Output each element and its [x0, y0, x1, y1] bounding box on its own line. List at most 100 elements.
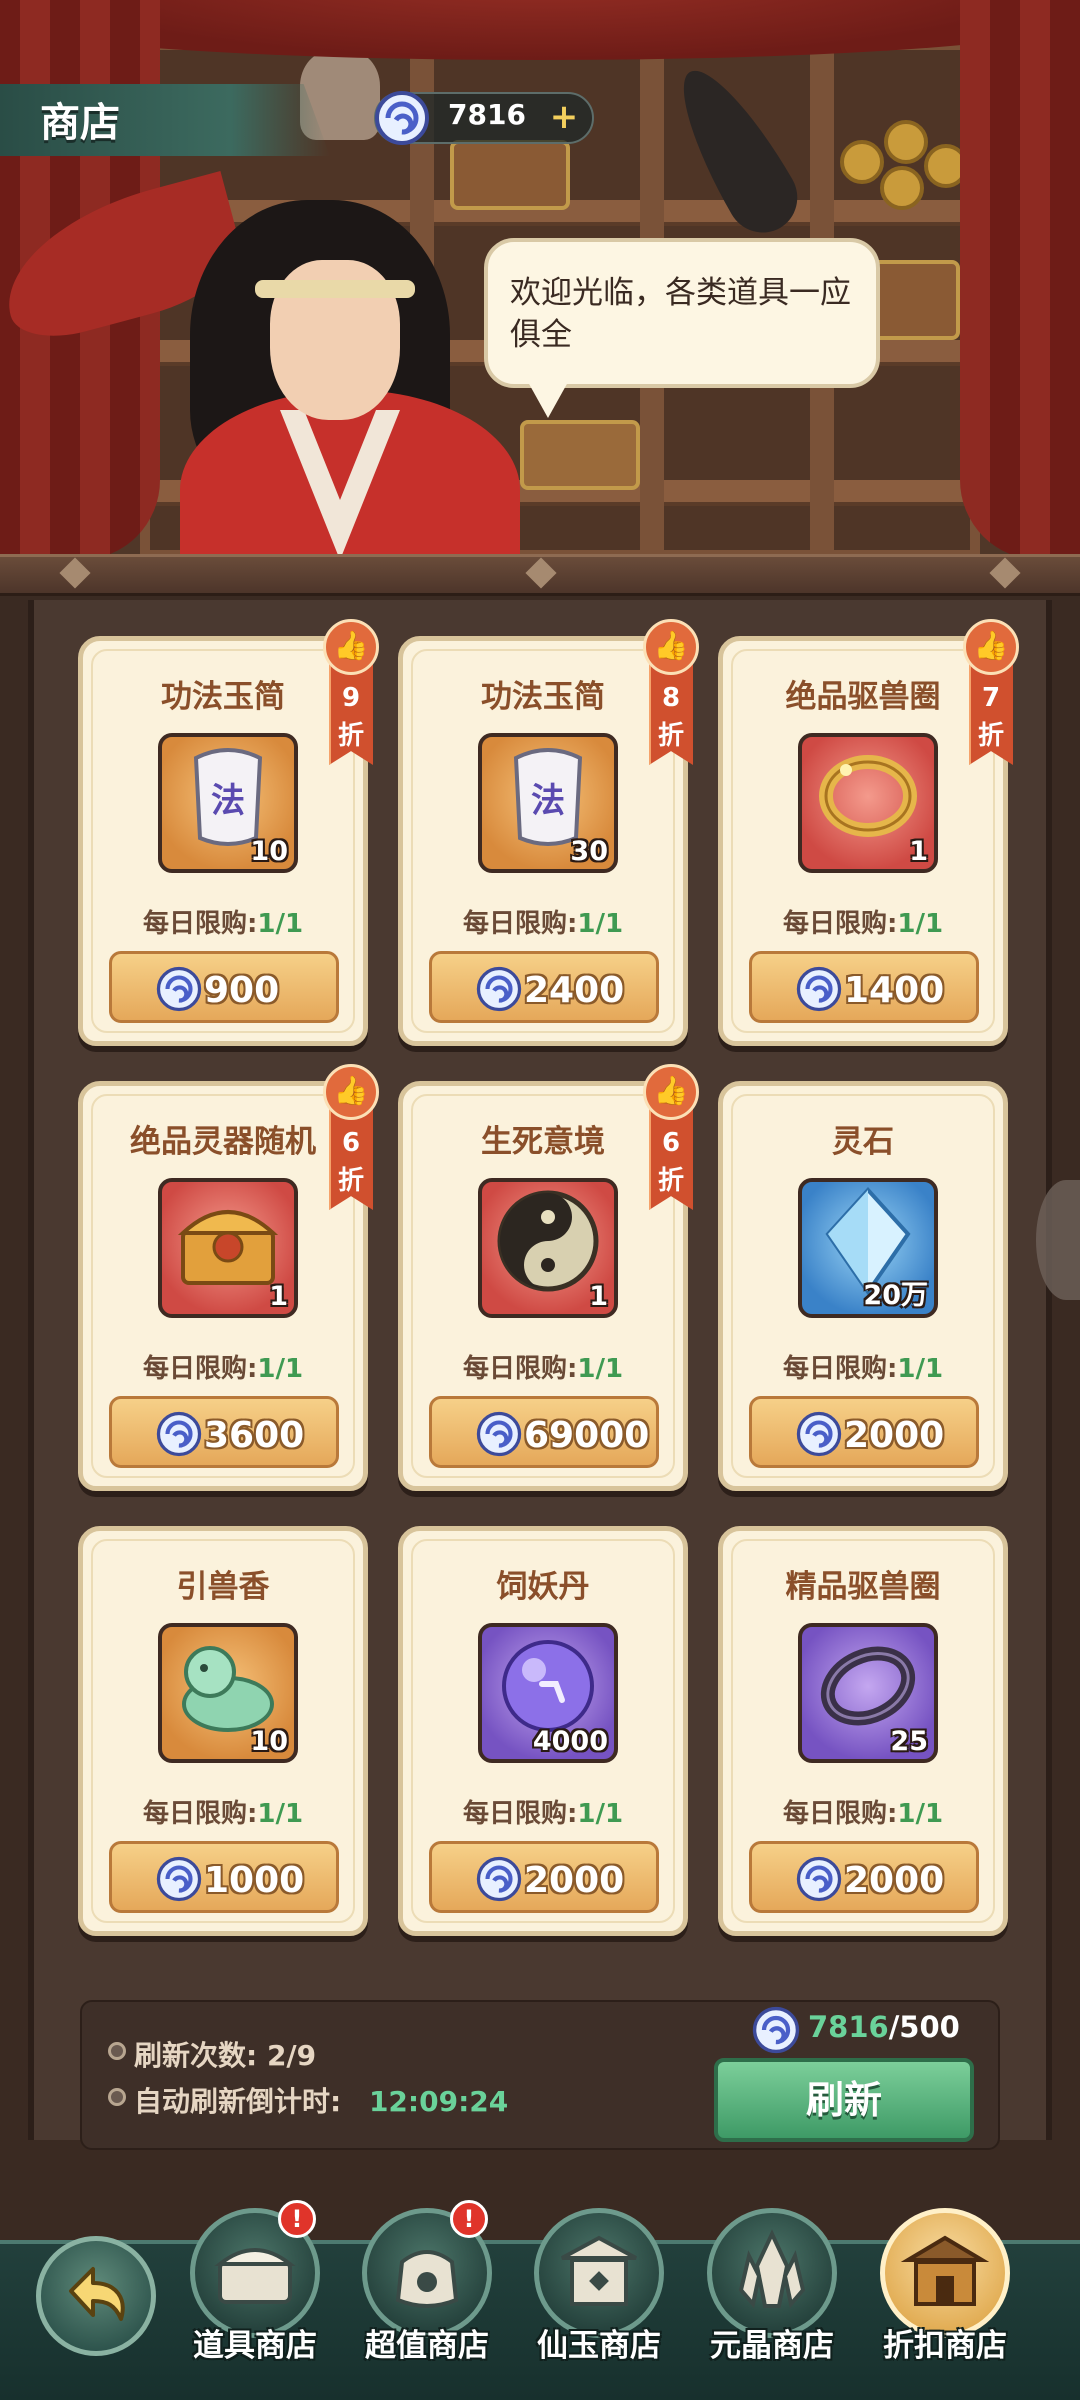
thumbs-up-icon: 👍 — [963, 619, 1019, 675]
purchase-limit: 每日限购:1/1 — [83, 1348, 363, 1385]
refresh-count-label: 刷新次数: — [134, 2039, 258, 2072]
thumbs-up-icon: 👍 — [643, 619, 699, 675]
shop-item-card[interactable]: 绝品灵器随机 1 每日限购:1/1 3600 👍 6 折 — [78, 1064, 379, 1491]
back-arrow-icon — [69, 2267, 125, 2321]
item-icon-frame[interactable]: 25 — [798, 1623, 938, 1763]
buy-button[interactable]: 2000 — [429, 1841, 659, 1913]
thumbs-up-icon: 👍 — [643, 1064, 699, 1120]
buy-button[interactable]: 2000 — [749, 1396, 979, 1468]
nav-tab[interactable]: 道具商店! — [180, 2200, 330, 2400]
item-quantity: 1 — [589, 1281, 608, 1312]
notification-badge: ! — [278, 2200, 316, 2238]
item-price: 900 — [204, 970, 280, 1011]
discount-suffix: 折 — [657, 721, 684, 751]
buy-button[interactable]: 2400 — [429, 951, 659, 1023]
buy-button[interactable]: 1000 — [109, 1841, 339, 1913]
refresh-button[interactable]: 刷新 — [714, 2058, 974, 2142]
shop-item-card[interactable]: 引兽香 10 每日限购:1/1 1000 — [78, 1526, 368, 1936]
buy-button[interactable]: 900 — [109, 951, 339, 1023]
shop-item-card[interactable]: 灵石 20万每日限购:1/1 2000 — [718, 1081, 1008, 1491]
discount-badge: 👍 7 折 — [963, 619, 1019, 769]
shop-item-card[interactable]: 功法玉简法 10 每日限购:1/1 900 👍 9 折 — [78, 619, 379, 1046]
discount-badge: 👍 6 折 — [323, 1064, 379, 1214]
buy-button[interactable]: 69000 — [429, 1396, 659, 1468]
notification-badge: ! — [450, 2200, 488, 2238]
nav-tab[interactable]: 超值商店! — [352, 2200, 502, 2400]
purchase-limit-label: 每日限购: — [782, 1799, 898, 1829]
purchase-limit-label: 每日限购: — [462, 1354, 578, 1384]
nav-tab-label: 超值商店 — [365, 2328, 489, 2364]
refresh-cost-required: /500 — [888, 2010, 960, 2044]
purchase-limit: 每日限购:1/1 — [83, 903, 363, 940]
item-price: 2000 — [844, 1860, 945, 1901]
purchase-limit-value: 1/1 — [897, 1354, 944, 1384]
item-price: 3600 — [204, 1415, 305, 1456]
item-name: 精品驱兽圈 — [785, 1569, 941, 1605]
purchase-limit: 每日限购:1/1 — [723, 903, 1003, 940]
shop-item-card[interactable]: 生死意境 1 每日限购:1/1 69000 👍 6 折 — [398, 1064, 699, 1491]
buy-button[interactable]: 1400 — [749, 951, 979, 1023]
item-quantity: 30 — [570, 836, 608, 867]
refresh-cost: 7816/500 — [808, 2010, 960, 2044]
discount-badge: 👍 8 折 — [643, 619, 699, 769]
discount-value: 8 — [661, 683, 681, 713]
item-name: 绝品灵器随机 — [130, 1124, 316, 1160]
item-icon-frame[interactable]: 10 — [158, 1623, 298, 1763]
item-icon-frame[interactable]: 1 — [798, 733, 938, 873]
purchase-limit-label: 每日限购: — [782, 1354, 898, 1384]
shopkeeper-character — [0, 170, 560, 560]
bullet-icon — [108, 2042, 126, 2060]
item-quantity: 25 — [890, 1726, 928, 1757]
add-currency-button[interactable]: + — [548, 100, 580, 134]
discount-value: 9 — [341, 683, 361, 713]
svg-text:法: 法 — [531, 781, 565, 821]
item-icon-frame[interactable]: 20万 — [798, 1178, 938, 1318]
character-headband — [255, 280, 415, 298]
item-icon-frame[interactable]: 1 — [158, 1178, 298, 1318]
refresh-cost-current: 7816 — [808, 2010, 889, 2044]
jade-currency-icon — [156, 1411, 202, 1461]
thumbs-up-icon: 👍 — [323, 1064, 379, 1120]
jade-currency-icon — [476, 1411, 522, 1461]
bullet-icon — [108, 2088, 126, 2106]
purchase-limit-label: 每日限购: — [142, 1354, 258, 1384]
purchase-limit-label: 每日限购: — [462, 909, 578, 939]
item-price: 69000 — [524, 1415, 650, 1456]
yin-yang-orb-icon — [492, 1185, 604, 1301]
item-quantity: 1 — [269, 1281, 288, 1312]
item-price: 2000 — [524, 1860, 625, 1901]
item-icon-frame[interactable]: 4000 — [478, 1623, 618, 1763]
discount-suffix: 折 — [977, 721, 1004, 751]
item-icon-frame[interactable]: 1 — [478, 1178, 618, 1318]
shop-item-card[interactable]: 绝品驱兽圈 1 每日限购:1/1 1400 👍 7 折 — [718, 619, 1019, 1046]
item-icon-frame[interactable]: 法 30 — [478, 733, 618, 873]
discount-suffix: 折 — [657, 1166, 684, 1196]
shop-item-card[interactable]: 精品驱兽圈 25 每日限购:1/1 2000 — [718, 1526, 1008, 1936]
shop-item-card[interactable]: 饲妖丹 4000 每日限购:1/1 2000 — [398, 1526, 688, 1936]
nav-tab[interactable]: 仙玉商店 — [524, 2200, 674, 2400]
item-name: 引兽香 — [176, 1569, 270, 1605]
nav-tab[interactable]: 元晶商店 — [697, 2200, 847, 2400]
currency-amount: 7816 — [448, 98, 526, 131]
item-name: 灵石 — [832, 1124, 894, 1160]
nav-tab[interactable]: 折扣商店 — [870, 2200, 1020, 2400]
nav-tab-label: 元晶商店 — [710, 2328, 834, 2364]
refresh-count: 刷新次数: 2/9 — [134, 2034, 316, 2074]
back-button[interactable] — [36, 2236, 156, 2356]
item-icon-frame[interactable]: 法 10 — [158, 733, 298, 873]
jade-currency-icon — [796, 1411, 842, 1461]
item-name: 功法玉简 — [481, 679, 605, 715]
item-name: 功法玉简 — [161, 679, 285, 715]
item-quantity: 4000 — [532, 1726, 608, 1757]
jade-currency-icon — [476, 1856, 522, 1906]
shop-item-card[interactable]: 功法玉简法 30 每日限购:1/1 2400 👍 8 折 — [398, 619, 699, 1046]
coins-decoration — [840, 120, 970, 210]
item-name: 生死意境 — [481, 1124, 605, 1160]
nav-tab-label: 仙玉商店 — [537, 2328, 661, 2364]
item-shop-icon — [210, 2226, 300, 2320]
buy-button[interactable]: 3600 — [109, 1396, 339, 1468]
thumbs-up-icon: 👍 — [323, 619, 379, 675]
purchase-limit-value: 1/1 — [257, 1354, 304, 1384]
jade-currency-icon — [796, 1856, 842, 1906]
buy-button[interactable]: 2000 — [749, 1841, 979, 1913]
